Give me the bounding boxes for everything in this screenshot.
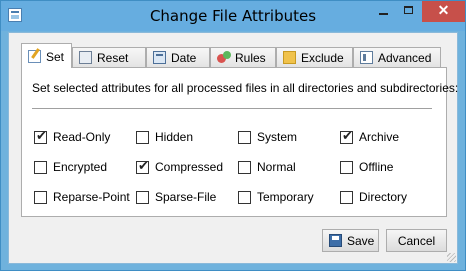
panel-description: Set selected attributes for all processe… [32,81,459,95]
checkmark-icon: ✔ [138,158,149,173]
tab-label: Advanced [378,51,432,65]
checkbox-box[interactable] [340,161,353,174]
cancel-button[interactable]: Cancel [386,229,447,252]
checkbox-box[interactable] [136,131,149,144]
checkbox-label: Normal [257,160,296,174]
tab-rules[interactable]: Rules [210,47,276,67]
dialog-window: Change File Attributes ✕ Set Reset Date [0,0,466,271]
tab-reset[interactable]: Reset [72,47,146,67]
tab-label: Reset [97,51,129,65]
checkbox-label: Compressed [155,160,224,174]
save-button-label: Save [347,234,375,248]
checkbox-label: Hidden [155,130,194,144]
tab-set[interactable]: Set [21,43,72,68]
checkbox-label: Offline [359,160,394,174]
exclude-icon [283,51,296,64]
minimize-button[interactable] [370,1,396,22]
checkbox-box[interactable] [238,161,251,174]
separator [32,108,432,109]
close-button[interactable]: ✕ [422,1,465,22]
checkbox-label: System [257,130,298,144]
close-icon: ✕ [437,2,450,18]
checkbox-box[interactable] [136,191,149,204]
checkbox-label: Read-Only [53,130,111,144]
title-bar[interactable]: Change File Attributes ✕ [1,1,465,31]
checkbox-label: Directory [359,190,408,204]
set-icon [28,50,41,63]
checkbox-box[interactable] [340,191,353,204]
tab-advanced[interactable]: Advanced [353,47,441,67]
checkmark-icon: ✔ [36,128,47,143]
set-tab-panel: Set selected attributes for all processe… [21,67,458,217]
tab-label: Date [171,51,197,65]
checkbox-label: Sparse-File [155,190,217,204]
minimize-icon [379,13,388,15]
reset-icon [79,51,92,64]
rules-icon [217,51,231,63]
floppy-disk-icon [329,234,342,247]
cancel-button-label: Cancel [397,234,436,248]
resize-grip[interactable] [447,253,456,262]
checkbox-label: Temporary [257,190,314,204]
tab-label: Exclude [301,51,344,65]
tab-label: Rules [235,51,266,65]
checkbox-box[interactable]: ✔ [340,128,353,144]
checkbox-box[interactable] [238,191,251,204]
maximize-button[interactable] [396,1,422,22]
maximize-icon [404,6,413,14]
tab-exclude[interactable]: Exclude [276,47,353,67]
checkbox-label: Reparse-Point [53,190,130,204]
checkbox-box[interactable]: ✔ [34,128,47,144]
save-button[interactable]: Save [322,229,379,252]
checkbox-box[interactable]: ✔ [136,158,149,174]
checkbox-box[interactable] [238,131,251,144]
checkbox-label: Archive [359,130,400,144]
checkmark-icon: ✔ [342,128,353,143]
checkbox-box[interactable] [34,191,47,204]
date-icon [153,51,166,64]
dialog-body: Set Reset Date Rules Exclude Advanced Se… [8,32,458,264]
tab-label: Set [46,50,65,64]
tab-date[interactable]: Date [146,47,210,67]
checkbox-label: Encrypted [53,160,108,174]
advanced-icon [360,51,373,64]
checkbox-box[interactable] [34,161,47,174]
